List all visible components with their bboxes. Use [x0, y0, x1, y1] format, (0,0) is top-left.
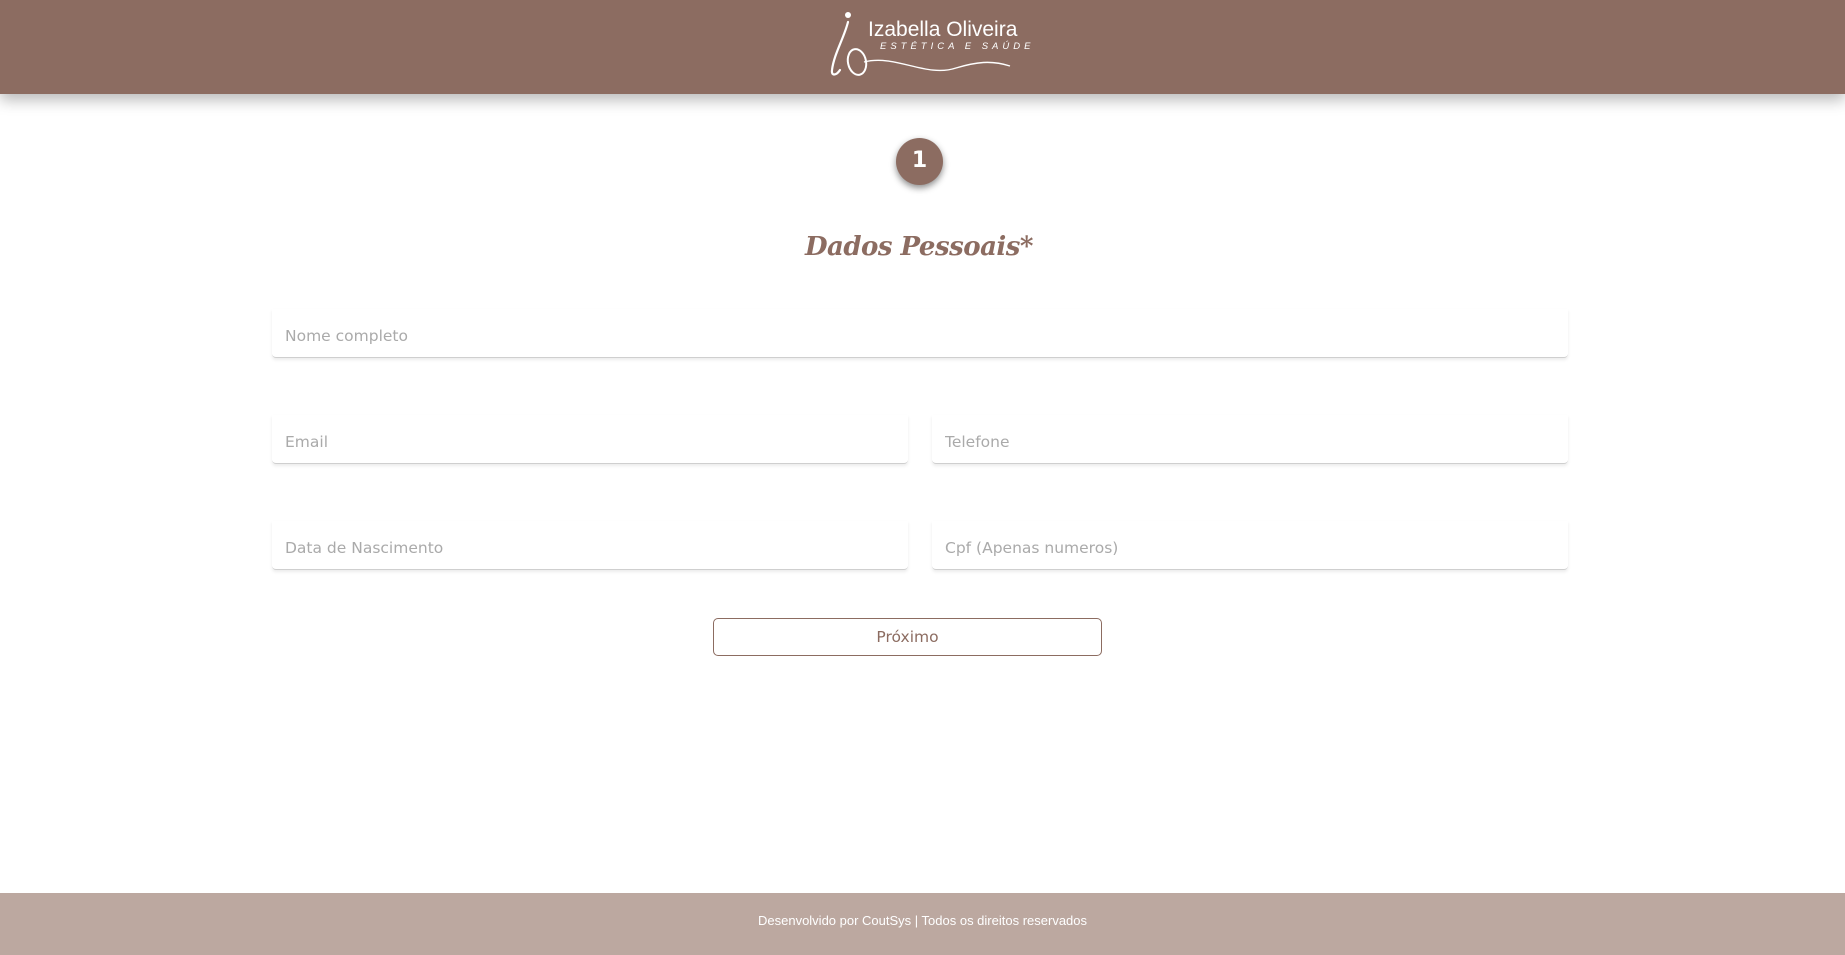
full-name-field-wrapper — [272, 309, 1568, 358]
birth-date-input[interactable] — [272, 521, 908, 569]
site-header: Izabella Oliveira ESTÉTICA E SAÚDE — [0, 0, 1845, 94]
birth-date-field-wrapper — [272, 521, 908, 570]
phone-input[interactable] — [932, 415, 1568, 463]
brand-name: Izabella Oliveira — [868, 18, 1018, 41]
brand-logo[interactable]: Izabella Oliveira ESTÉTICA E SAÚDE — [826, 10, 1030, 84]
email-input[interactable] — [272, 415, 908, 463]
section-title: Dados Pessoais* — [804, 232, 1034, 262]
brand-subtitle: ESTÉTICA E SAÚDE — [880, 41, 1035, 52]
cpf-field-wrapper — [932, 521, 1568, 570]
cpf-input[interactable] — [932, 521, 1568, 569]
full-name-input[interactable] — [272, 309, 1568, 357]
email-field-wrapper — [272, 415, 908, 464]
site-footer: Desenvolvido por CoutSys | Todos os dire… — [0, 893, 1845, 955]
next-button[interactable]: Próximo — [713, 618, 1102, 656]
phone-field-wrapper — [932, 415, 1568, 464]
step-indicator: 1 — [896, 138, 943, 185]
footer-text: Desenvolvido por CoutSys | Todos os dire… — [757, 913, 1088, 928]
